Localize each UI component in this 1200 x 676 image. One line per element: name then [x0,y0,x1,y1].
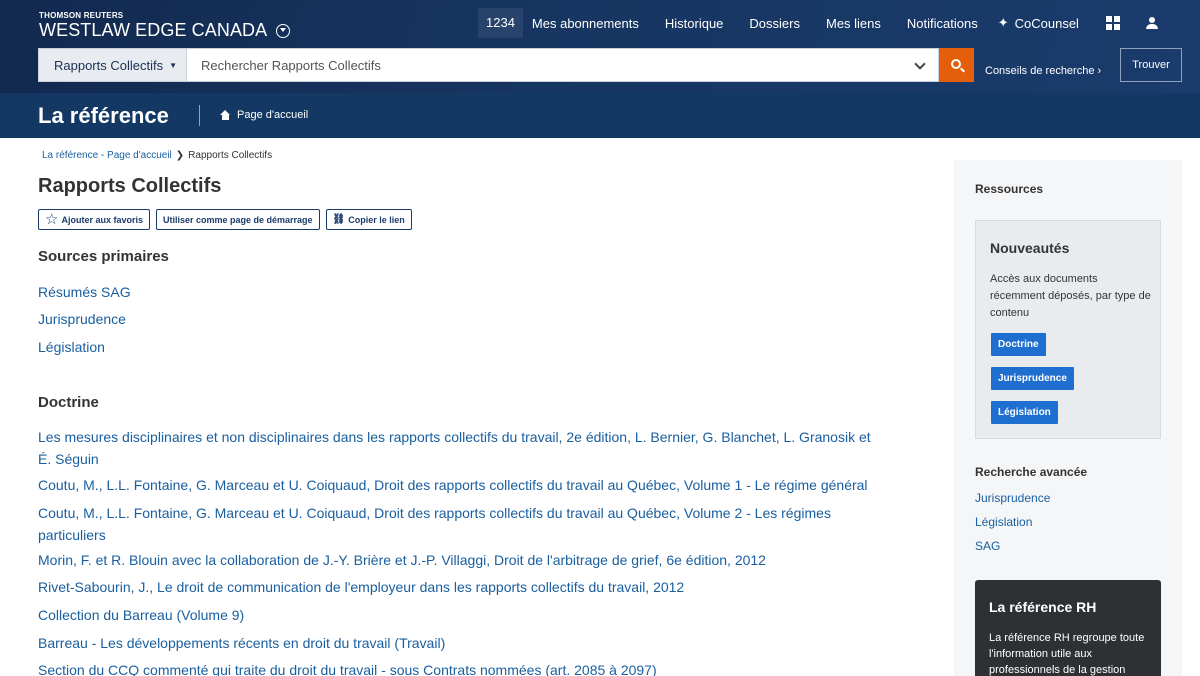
advanced-legislation-link[interactable]: Législation [975,515,1032,529]
cocounsel-button[interactable]: ✦ CoCounsel [998,15,1079,31]
search-bar: Rapports Collectifs ▼ Conseils de recher… [38,48,1182,82]
search-scope-dropdown[interactable]: Rapports Collectifs ▼ [38,48,187,82]
news-jurisprudence-button[interactable]: Jurisprudence [991,367,1074,390]
nav-links[interactable]: Mes liens [826,16,881,31]
copy-link-label: Copier le lien [348,214,405,225]
top-header: THOMSON REUTERS WESTLAW EDGE CANADA 1234… [0,0,1200,93]
home-icon [220,110,231,120]
news-title: Nouveautés [990,240,1070,256]
doctrine-link-line: particuliers [38,527,106,543]
search-scope-label: Rapports Collectifs [54,57,164,73]
section-title-doctrine: Doctrine [38,394,99,411]
client-id-button[interactable]: 1234 [478,8,523,38]
home-link[interactable]: Page d'accueil [220,109,308,121]
doctrine-link[interactable]: Barreau - Les développements récents en … [38,632,445,654]
home-label: Page d'accueil [237,109,309,121]
search-tips-link[interactable]: Conseils de recherche › [985,65,1101,77]
advanced-search-title: Recherche avancée [975,465,1088,479]
primary-link-sag[interactable]: Résumés SAG [38,281,131,303]
resources-sidebar: Ressources Nouveautés Accès aux document… [954,160,1182,676]
resources-title: Ressources [975,182,1044,196]
nav-notifications[interactable]: Notifications [907,16,978,31]
page-actions: ☆ Ajouter aux favoris Utiliser comme pag… [38,209,418,230]
brand-small: THOMSON REUTERS [39,11,124,20]
doctrine-link[interactable]: Les mesures disciplinaires et non discip… [38,426,871,470]
primary-link-legislation[interactable]: Législation [38,336,105,358]
rh-title: La référence RH [989,599,1097,615]
doctrine-link[interactable]: Morin, F. et R. Blouin avec la collabora… [38,549,766,571]
doctrine-link[interactable]: Coutu, M., L.L. Fontaine, G. Marceau et … [38,502,831,546]
search-button[interactable] [939,48,974,82]
rh-desc-line: l'information utile aux [989,648,1092,660]
nav-history[interactable]: Historique [665,16,724,31]
search-icon [950,59,961,69]
breadcrumb-current: Rapports Collectifs [188,150,273,161]
news-legislation-button[interactable]: Législation [991,401,1058,424]
page-title: Rapports Collectifs [38,175,222,197]
rh-promo-box[interactable]: La référence RH La référence RH regroupe… [975,580,1161,676]
primary-link-jurisprudence[interactable]: Jurisprudence [38,308,126,330]
nav-folders[interactable]: Dossiers [749,16,800,31]
brand-menu-chevron-icon[interactable] [276,24,291,38]
news-doctrine-button[interactable]: Doctrine [991,333,1046,356]
doctrine-link-line: É. Séguin [38,451,99,467]
top-nav: 1234 Mes abonnements Historique Dossiers… [478,8,1158,38]
doctrine-link[interactable]: Section du CCQ commenté qui traite du dr… [38,659,657,676]
sparkle-icon: ✦ [997,15,1009,30]
cocounsel-label: CoCounsel [1014,15,1079,31]
advanced-sag-link[interactable]: SAG [975,539,1000,553]
doctrine-link-line: Coutu, M., L.L. Fontaine, G. Marceau et … [38,505,831,521]
copy-link-button[interactable]: ⛓ Copier le lien [325,209,412,230]
star-icon: ☆ [45,211,59,228]
add-favorite-button[interactable]: ☆ Ajouter aux favoris [38,209,150,230]
brand-logo[interactable]: THOMSON REUTERS WESTLAW EDGE CANADA [39,11,291,40]
set-start-page-button[interactable]: Utiliser comme page de démarrage [155,209,320,230]
grid-icon[interactable] [1105,16,1120,30]
band-title[interactable]: La référence [38,103,169,129]
page-band: La référence Page d'accueil [0,93,1200,138]
nav-subscriptions[interactable]: Mes abonnements [532,16,639,31]
search-input[interactable] [187,48,939,82]
band-divider [199,105,200,126]
doctrine-link[interactable]: Coutu, M., L.L. Fontaine, G. Marceau et … [38,474,868,496]
add-favorite-label: Ajouter aux favoris [61,214,143,225]
doctrine-link[interactable]: Collection du Barreau (Volume 9) [38,604,244,626]
breadcrumb-chevron-icon: ❯ [175,150,185,161]
brand-name: WESTLAW EDGE CANADA [39,20,268,40]
breadcrumb-parent-link[interactable]: La référence - Page d'accueil [42,150,172,161]
news-description: Accès aux documents récemment déposés, p… [990,273,1151,319]
link-icon: ⛓ [332,214,346,225]
news-box: Nouveautés Accès aux documents récemment… [975,220,1161,439]
breadcrumb: La référence - Page d'accueil ❯ Rapports… [42,150,272,161]
advanced-jurisprudence-link[interactable]: Jurisprudence [975,491,1050,505]
rh-desc-line: La référence RH regroupe toute [989,632,1145,644]
rh-description: La référence RH regroupe toute l'informa… [989,630,1154,676]
doctrine-link[interactable]: Rivet-Sabourin, J., Le droit de communic… [38,576,684,598]
caret-down-icon: ▼ [169,60,178,70]
user-icon[interactable] [1145,16,1158,30]
rh-desc-line: professionnels de la gestion [989,664,1126,676]
doctrine-link-line: Les mesures disciplinaires et non discip… [38,429,871,445]
find-button[interactable]: Trouver [1120,48,1182,82]
section-title-primary: Sources primaires [38,248,169,265]
